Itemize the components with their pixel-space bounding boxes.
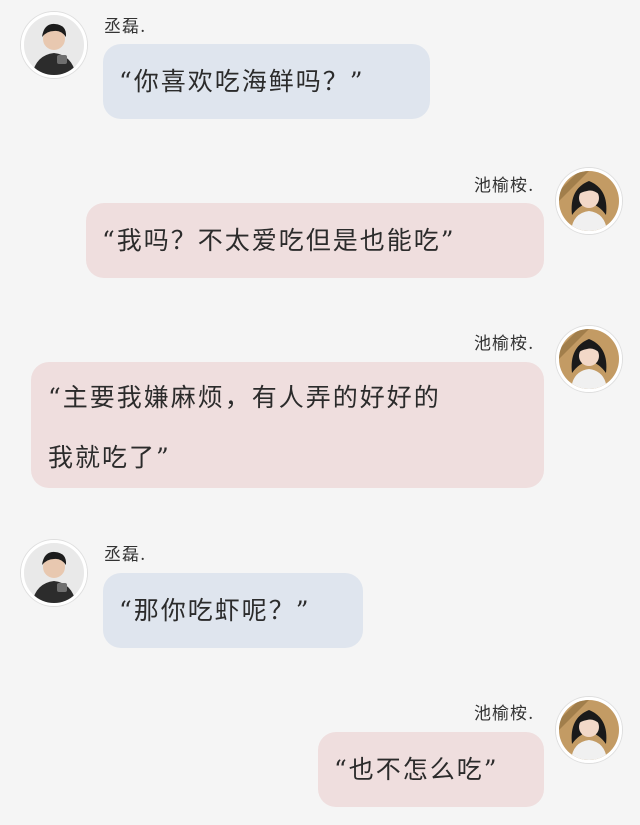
chat-bubble-line: 我就吃了” [48, 443, 171, 472]
chat-bubble[interactable]: “你喜欢吃海鲜吗？” [103, 44, 430, 119]
sender-name: 池榆桉. [474, 176, 535, 196]
female-avatar-icon[interactable] [556, 326, 622, 392]
sender-name: 池榆桉. [474, 704, 535, 724]
chat-bubble[interactable]: “也不怎么吃” [318, 732, 544, 807]
sender-name: 丞磊. [104, 17, 147, 37]
male-avatar-icon[interactable] [21, 12, 87, 78]
female-avatar-icon[interactable] [556, 168, 622, 234]
chat-bubble[interactable]: “主要我嫌麻烦，有人弄的好好的 我就吃了” [31, 362, 544, 488]
chat-bubble[interactable]: “我吗？不太爱吃但是也能吃” [86, 203, 544, 278]
chat-bubble[interactable]: “那你吃虾呢？” [103, 573, 363, 648]
sender-name: 池榆桉. [474, 334, 535, 354]
sender-name: 丞磊. [104, 545, 147, 565]
male-avatar-icon[interactable] [21, 540, 87, 606]
chat-bubble-line: “主要我嫌麻烦，有人弄的好好的 [48, 383, 441, 412]
female-avatar-icon[interactable] [556, 697, 622, 763]
